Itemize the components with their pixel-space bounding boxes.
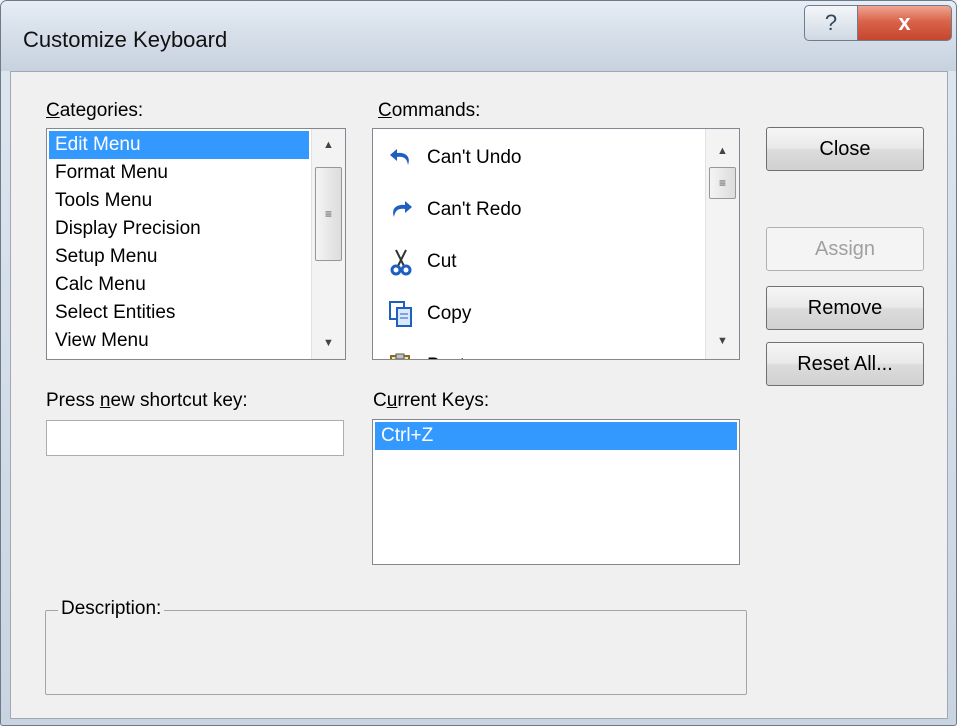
shortcut-key-input[interactable] [46,420,344,456]
description-group: Description: [45,598,747,695]
scroll-thumb[interactable]: ≡ [709,167,736,199]
categories-label: Categories: [46,100,144,121]
command-label: Can't Redo [427,199,522,220]
category-item[interactable]: Tools Menu [49,187,309,215]
commands-scrollbar[interactable]: ▲ ≡ ▼ [705,129,739,359]
categories-scrollbar[interactable]: ▲ ≡ ▼ [311,129,345,359]
categories-listbox[interactable]: Edit Menu Format Menu Tools Menu Display Pr… [46,128,346,360]
scroll-thumb[interactable]: ≡ [315,167,342,261]
scissors-icon [385,246,417,278]
shortcut-label: Press new shortcut key: [46,390,248,411]
close-button[interactable]: Close [766,127,924,171]
scroll-up-arrow-icon[interactable]: ▲ [312,131,345,159]
close-window-button[interactable]: x [857,5,952,41]
scroll-up-arrow-icon[interactable]: ▲ [706,137,739,165]
command-label: Can't Undo [427,147,522,168]
scroll-down-arrow-icon[interactable]: ▼ [706,327,739,355]
assign-button[interactable]: Assign [766,227,924,271]
help-icon: ? [824,10,838,35]
description-label: Description: [58,598,165,620]
command-label: Cut [427,251,457,272]
close-icon: x [898,10,911,35]
command-label: Paste [427,355,476,359]
customize-keyboard-dialog: Customize Keyboard ? x Categories: Edit … [0,0,957,726]
help-button[interactable]: ? [804,5,858,41]
current-keys-listbox[interactable]: Ctrl+Z [372,419,740,565]
remove-button[interactable]: Remove [766,286,924,330]
redo-icon [385,194,417,226]
window-title: Customize Keyboard [23,27,228,52]
undo-icon [385,142,417,174]
command-item[interactable]: Can't Undo [373,132,703,184]
scroll-down-arrow-icon[interactable]: ▼ [312,329,345,357]
command-item[interactable]: Cut [373,236,703,288]
category-item[interactable]: Edit Menu [49,131,309,159]
category-item[interactable]: Draw Menu [49,355,309,359]
command-item[interactable]: Can't Redo [373,184,703,236]
current-key-item[interactable]: Ctrl+Z [375,422,737,450]
paste-icon [385,350,417,359]
command-item[interactable]: Copy [373,288,703,340]
copy-icon [385,298,417,330]
command-label: Copy [427,303,472,324]
reset-all-button[interactable]: Reset All... [766,342,924,386]
category-item[interactable]: View Menu [49,327,309,355]
category-item[interactable]: Format Menu [49,159,309,187]
title-bar[interactable]: Customize Keyboard ? x [1,1,956,71]
category-item[interactable]: Select Entities [49,299,309,327]
category-item[interactable]: Setup Menu [49,243,309,271]
category-item[interactable]: Calc Menu [49,271,309,299]
category-item[interactable]: Display Precision [49,215,309,243]
current-keys-label: Current Keys: [373,390,490,411]
dialog-body: Categories: Edit Menu Format Menu Tools Me… [10,71,948,719]
command-item[interactable]: Paste [373,340,703,359]
commands-label: Commands: [378,100,481,121]
commands-listbox[interactable]: Can't Undo Can't Redo Cut Copy Paste ▲ ≡ ▼ [372,128,740,360]
